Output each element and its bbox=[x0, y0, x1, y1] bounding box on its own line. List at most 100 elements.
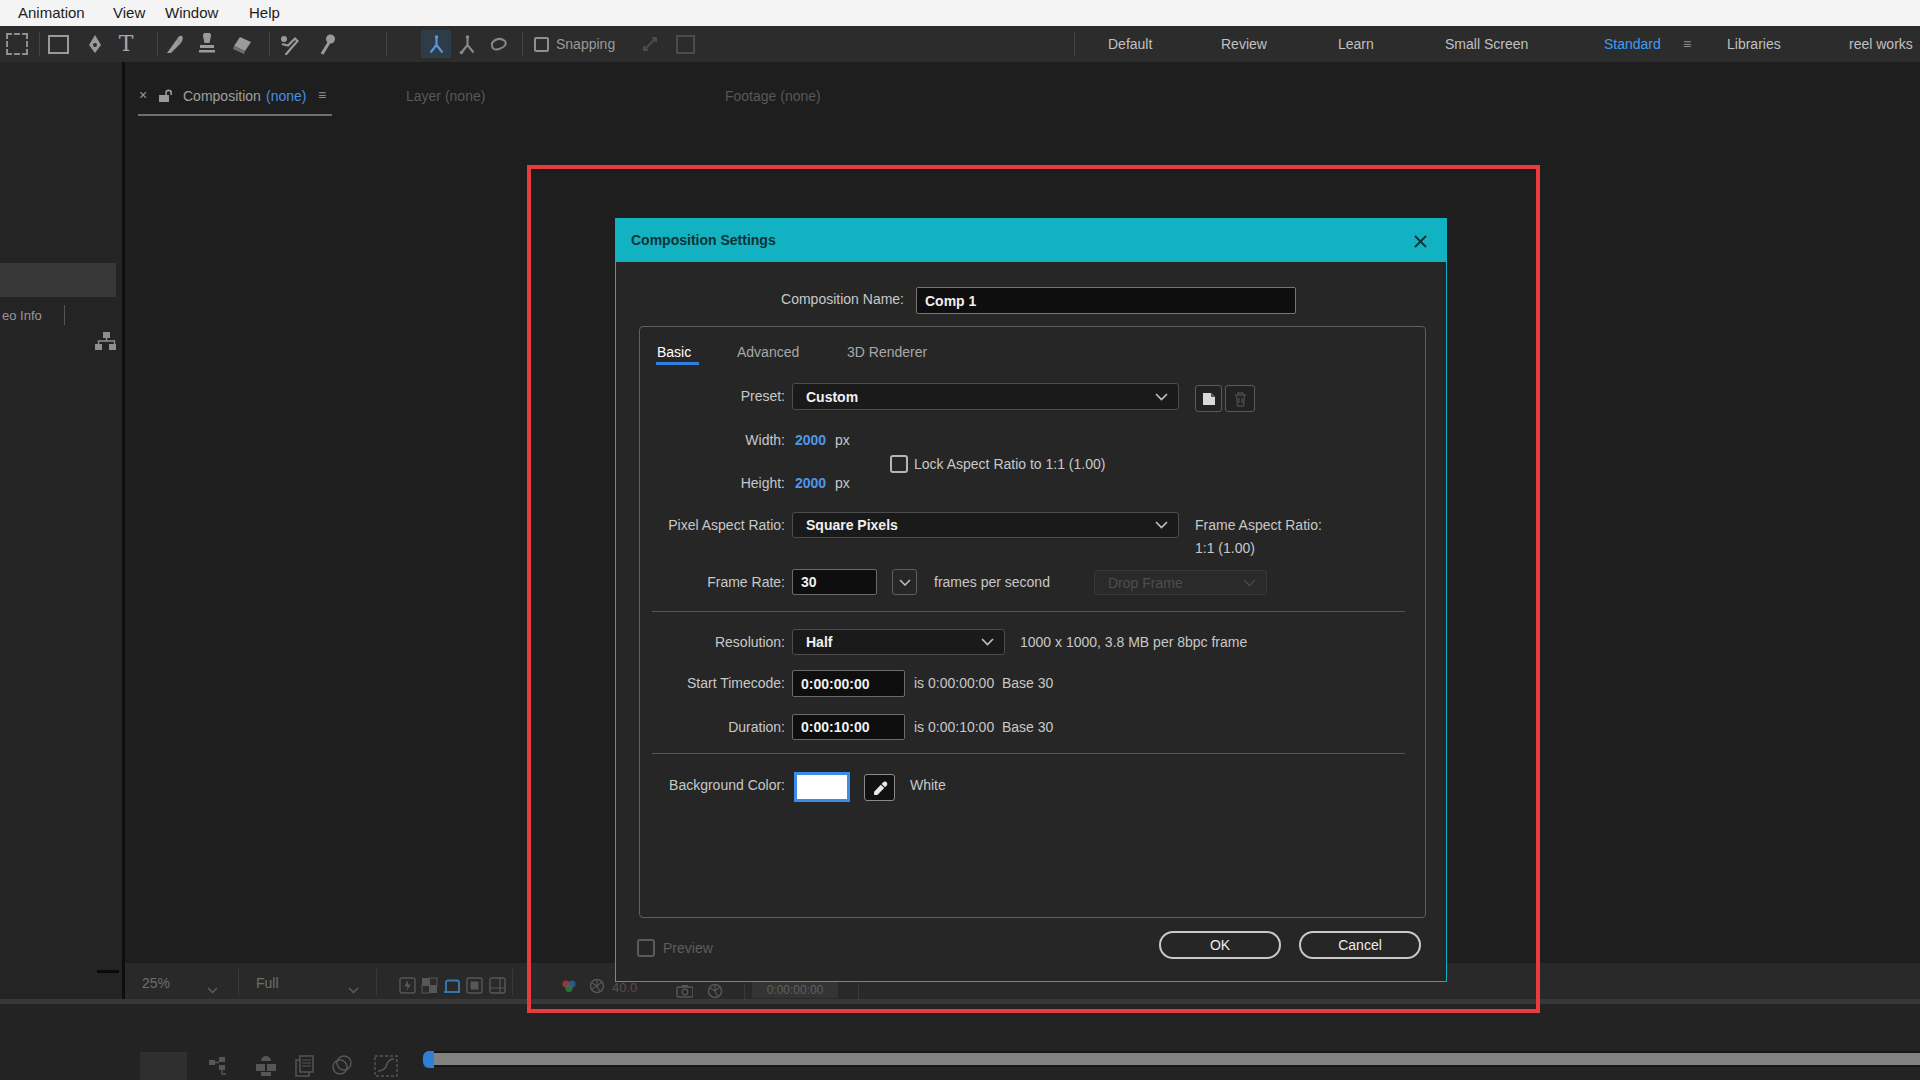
start-timecode-input[interactable]: 0:00:00:00 bbox=[792, 670, 905, 697]
tab-menu-icon[interactable]: ≡ bbox=[318, 87, 326, 103]
comp-family-icon[interactable] bbox=[253, 1054, 280, 1080]
background-color-swatch[interactable] bbox=[794, 772, 850, 802]
height-unit: px bbox=[835, 475, 850, 491]
timecode-box[interactable] bbox=[140, 1052, 187, 1080]
axis-mode-local-icon[interactable] bbox=[421, 30, 451, 58]
mask-box-icon[interactable] bbox=[671, 30, 699, 58]
workspace-reel-works[interactable]: reel works bbox=[1849, 36, 1913, 52]
lock-aspect-label: Lock Aspect Ratio to 1:1 (1.00) bbox=[914, 456, 1105, 472]
roto-brush-icon[interactable] bbox=[275, 30, 303, 58]
frame-rate-dropdown-button[interactable] bbox=[892, 569, 917, 595]
comp-mini-flowchart-icon[interactable] bbox=[207, 1056, 233, 1080]
workspace-default[interactable]: Default bbox=[1108, 36, 1152, 52]
workspace-review[interactable]: Review bbox=[1221, 36, 1267, 52]
timeline-panel bbox=[0, 1004, 1920, 1080]
menu-item-animation[interactable]: Animation bbox=[18, 4, 85, 21]
background-color-label: Background Color: bbox=[669, 777, 785, 793]
save-preset-button[interactable] bbox=[1195, 385, 1222, 412]
channel-wheels-icon[interactable] bbox=[560, 976, 577, 995]
preview-checkbox[interactable] bbox=[637, 939, 655, 957]
preset-label: Preset: bbox=[741, 388, 785, 404]
duration-input[interactable]: 0:00:10:00 bbox=[792, 714, 905, 740]
fps-suffix: frames per second bbox=[934, 574, 1050, 590]
pen-tool-icon[interactable] bbox=[81, 30, 109, 58]
dialog-groupbox: Basic Advanced 3D Renderer Preset: Custo… bbox=[639, 326, 1426, 918]
flowchart-icon[interactable] bbox=[94, 330, 118, 358]
resolution-info: 1000 x 1000, 3.8 MB per 8bpc frame bbox=[1020, 634, 1247, 650]
height-label: Height: bbox=[741, 475, 785, 491]
frame-rate-input[interactable]: 30 bbox=[792, 569, 877, 595]
preset-dropdown[interactable]: Custom bbox=[792, 383, 1179, 410]
workspace-libraries[interactable]: Libraries bbox=[1727, 36, 1781, 52]
exposure-icon[interactable] bbox=[588, 976, 605, 995]
menu-item-window[interactable]: Window bbox=[165, 4, 218, 21]
axis-mode-world-icon[interactable] bbox=[453, 30, 481, 58]
width-value[interactable]: 2000 bbox=[795, 432, 826, 448]
drop-frame-dropdown: Drop Frame bbox=[1094, 570, 1267, 595]
region-of-interest-icon[interactable] bbox=[443, 976, 460, 995]
timeline-playhead[interactable] bbox=[423, 1051, 434, 1068]
exposure-value[interactable]: 40.0 bbox=[612, 980, 637, 995]
sidebar-panel-header[interactable] bbox=[0, 263, 116, 297]
lock-icon[interactable] bbox=[158, 88, 173, 107]
tab-close-icon[interactable]: × bbox=[139, 87, 147, 103]
chevron-down-icon bbox=[348, 980, 359, 998]
menu-item-view[interactable]: View bbox=[113, 4, 145, 21]
lock-aspect-checkbox[interactable] bbox=[890, 455, 908, 473]
ok-button[interactable]: OK bbox=[1159, 931, 1281, 959]
workspace-small-screen[interactable]: Small Screen bbox=[1445, 36, 1528, 52]
brush-tool-icon[interactable] bbox=[160, 30, 188, 58]
pixel-aspect-ratio-dropdown[interactable]: Square Pixels bbox=[792, 512, 1179, 538]
height-value[interactable]: 2000 bbox=[795, 475, 826, 491]
tab-composition-label[interactable]: Composition bbox=[183, 88, 261, 104]
eraser-tool-icon[interactable] bbox=[228, 30, 256, 58]
axis-mode-view-icon[interactable] bbox=[484, 30, 512, 58]
tab-underline bbox=[138, 114, 332, 116]
workspace-standard[interactable]: Standard bbox=[1604, 36, 1661, 52]
workspace-learn[interactable]: Learn bbox=[1338, 36, 1374, 52]
workspace-menu-icon[interactable]: ≡ bbox=[1683, 36, 1691, 52]
tab-composition-state[interactable]: (none) bbox=[266, 88, 306, 104]
guides-icon[interactable] bbox=[489, 976, 506, 995]
start-timecode-info: is 0:00:00:00 Base 30 bbox=[914, 675, 1053, 691]
layers-icon[interactable] bbox=[293, 1054, 318, 1080]
background-color-name: White bbox=[910, 777, 946, 793]
tab-basic[interactable]: Basic bbox=[657, 344, 691, 360]
dialog-title: Composition Settings bbox=[631, 232, 776, 248]
tab-advanced[interactable]: Advanced bbox=[737, 344, 799, 360]
eyedropper-button[interactable] bbox=[864, 774, 895, 801]
clone-stamp-icon[interactable] bbox=[193, 30, 221, 58]
type-tool-icon[interactable]: T bbox=[112, 30, 140, 58]
timeline-scrollbar[interactable] bbox=[434, 1051, 1920, 1067]
marquee-tool-icon[interactable] bbox=[3, 30, 31, 58]
duration-label: Duration: bbox=[728, 719, 785, 735]
rectangle-tool-icon[interactable] bbox=[44, 30, 72, 58]
camera-snapshot-icon[interactable] bbox=[676, 981, 693, 1000]
puppet-pin-icon[interactable] bbox=[314, 30, 342, 58]
snapshot-icon[interactable] bbox=[399, 976, 416, 995]
dialog-titlebar[interactable]: Composition Settings bbox=[616, 219, 1446, 262]
mask-visibility-icon[interactable] bbox=[466, 976, 483, 995]
resolution-select[interactable]: Full bbox=[256, 975, 279, 991]
resolution-label: Resolution: bbox=[715, 634, 785, 650]
menu-item-help[interactable]: Help bbox=[249, 4, 280, 21]
tab-layer[interactable]: Layer (none) bbox=[406, 88, 485, 104]
snapping-label: Snapping bbox=[556, 36, 615, 52]
tab-3d-renderer[interactable]: 3D Renderer bbox=[847, 344, 927, 360]
resolution-dropdown[interactable]: Half bbox=[792, 629, 1005, 655]
zoom-level-select[interactable]: 25% bbox=[142, 975, 170, 991]
composition-name-input[interactable]: Comp 1 bbox=[916, 287, 1296, 314]
current-time-field[interactable]: 0:00:00:00 bbox=[752, 981, 838, 998]
show-snapshot-icon[interactable] bbox=[706, 981, 723, 1000]
panel-grip[interactable] bbox=[97, 970, 119, 973]
delete-preset-button[interactable] bbox=[1225, 385, 1255, 412]
tab-footage[interactable]: Footage (none) bbox=[725, 88, 821, 104]
snapping-checkbox[interactable] bbox=[534, 37, 549, 52]
toolbar-divider bbox=[1074, 32, 1075, 56]
cancel-button[interactable]: Cancel bbox=[1299, 931, 1421, 959]
graph-editor-icon[interactable] bbox=[373, 1054, 399, 1080]
dialog-close-icon[interactable] bbox=[1412, 233, 1429, 253]
transparency-grid-icon[interactable] bbox=[421, 976, 438, 995]
blend-icon[interactable] bbox=[330, 1054, 354, 1080]
expand-arrows-icon[interactable] bbox=[636, 30, 664, 58]
